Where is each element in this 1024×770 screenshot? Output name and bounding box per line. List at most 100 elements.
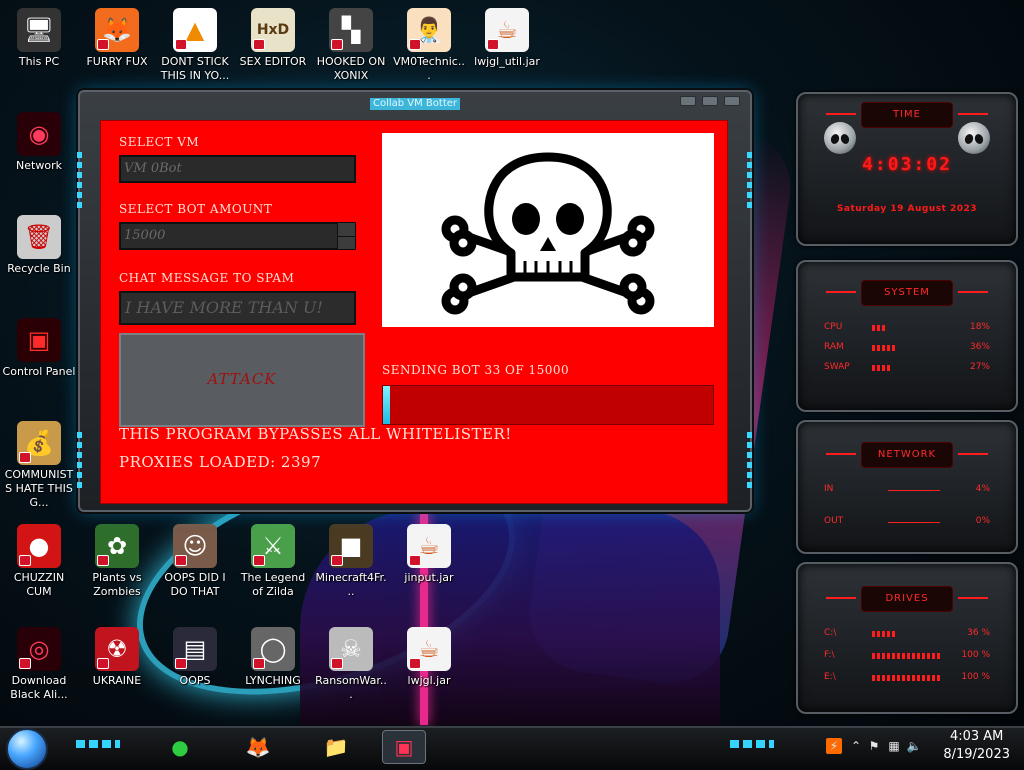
gadget-row-label: OUT bbox=[824, 516, 844, 526]
money-bag-icon: 💰 bbox=[17, 421, 61, 465]
desktop-icon[interactable]: ◯ LYNCHING bbox=[236, 627, 310, 688]
bot-amount-value: 15000 bbox=[124, 228, 166, 243]
desktop-icon[interactable]: 💰 COMMUNISTS HATE THIS G... bbox=[2, 421, 76, 510]
desktop-icon[interactable]: 👨‍⚕️ VM0Technic... bbox=[392, 8, 466, 83]
tray-app-icon[interactable]: ⚡ bbox=[826, 738, 842, 754]
gadget-row: RAM 36% bbox=[824, 342, 990, 356]
desktop-icon[interactable]: 🖥 This PC bbox=[2, 8, 76, 69]
time-gadget[interactable]: TIME 4:03:02 Saturday 19 August 2023 bbox=[796, 92, 1018, 246]
gadget-row-value: 36% bbox=[969, 342, 990, 352]
desktop-icon-label: Plants vs Zombies bbox=[92, 571, 142, 598]
shortcut-badge-icon bbox=[97, 39, 109, 50]
desktop-icon[interactable]: ▚ HOOKED ON XONIX bbox=[314, 8, 388, 83]
window-frame-left bbox=[76, 112, 84, 492]
gadget-row: CPU 18% bbox=[824, 322, 990, 336]
file-explorer-icon[interactable]: 📁 bbox=[314, 730, 358, 764]
desktop-icon[interactable]: 🦊 FURRY FUX bbox=[80, 8, 154, 69]
drives-gadget[interactable]: DRIVES C:\ 36 % F:\ 100 % E:\ 100 % bbox=[796, 562, 1018, 714]
gadget-row: SWAP 27% bbox=[824, 362, 990, 376]
shortcut-badge-icon bbox=[409, 658, 421, 669]
attack-button[interactable]: ATTACK bbox=[119, 333, 365, 427]
radiation-icon: ☢ bbox=[95, 627, 139, 671]
collab-vm-botter-window[interactable]: Collab VM Botter SELECT VM VM 0Bot SELEC… bbox=[76, 90, 752, 512]
window-titlebar[interactable]: Collab VM Botter bbox=[80, 92, 750, 114]
java-icon: ☕ bbox=[407, 627, 451, 671]
system-gadget[interactable]: SYSTEM CPU 18% RAM 36% SWAP 27% bbox=[796, 260, 1018, 412]
tray-volume-icon[interactable]: 🔈 bbox=[906, 738, 922, 754]
maximize-button[interactable] bbox=[702, 96, 718, 106]
alien-head-icon bbox=[958, 122, 990, 154]
desktop-icon-label: The Legend of Zilda bbox=[240, 571, 306, 598]
desktop-icon-label: lwjgl.jar bbox=[407, 674, 451, 687]
desktop-icon[interactable]: ◉ Network bbox=[2, 112, 76, 173]
desktop-icon[interactable]: ☕ jinput.jar bbox=[392, 524, 466, 585]
desktop-icon-label: Network bbox=[16, 159, 62, 172]
desktop-icon[interactable]: ⚔ The Legend of Zilda bbox=[236, 524, 310, 599]
firefox-icon[interactable]: 🦊 bbox=[236, 730, 280, 764]
bot-amount-stepper-arrows[interactable] bbox=[337, 223, 355, 249]
taskbar-time: 4:03 AM bbox=[949, 729, 1004, 744]
network-graph-line bbox=[888, 490, 940, 491]
chat-app-icon[interactable]: ● bbox=[158, 730, 202, 764]
minimize-button[interactable] bbox=[680, 96, 696, 106]
botter-panel: SELECT VM VM 0Bot SELECT BOT AMOUNT 1500… bbox=[100, 120, 728, 504]
chuzzle-icon: ● bbox=[17, 524, 61, 568]
network-gadget[interactable]: NETWORK IN 4% OUT 0% bbox=[796, 420, 1018, 554]
window-controls bbox=[680, 96, 740, 106]
gadget-level-bar bbox=[872, 365, 891, 371]
desktop-icon-label: COMMUNISTS HATE THIS G... bbox=[4, 468, 74, 509]
gadget-date: Saturday 19 August 2023 bbox=[836, 204, 978, 214]
desktop-icon[interactable]: ▣ Control Panel bbox=[2, 318, 76, 379]
desktop-icon[interactable]: ☢ UKRAINE bbox=[80, 627, 154, 688]
desktop-icon[interactable]: ■ Minecraft4Fr... bbox=[314, 524, 388, 599]
close-button[interactable] bbox=[724, 96, 740, 106]
shortcut-badge-icon bbox=[331, 555, 343, 566]
tray-flag-icon[interactable]: ⚑ bbox=[866, 738, 882, 754]
desktop-icon[interactable]: HxD SEX EDITOR bbox=[236, 8, 310, 69]
start-button[interactable] bbox=[6, 728, 48, 770]
chat-message-label: CHAT MESSAGE TO SPAM bbox=[119, 271, 295, 285]
desktop-icon[interactable]: 🗑 Recycle Bin bbox=[2, 215, 76, 276]
collab-vm-botter-icon[interactable]: ▣ bbox=[382, 730, 426, 764]
gadget-row-value: 36 % bbox=[967, 628, 990, 638]
gadget-row-label: SWAP bbox=[824, 362, 850, 372]
network-graph-line bbox=[888, 522, 940, 523]
shortcut-badge-icon bbox=[331, 658, 343, 669]
desktop-icon[interactable]: ▲ DONT STICK THIS IN YO... bbox=[158, 8, 232, 83]
desktop-icon[interactable]: ☕ lwjgl.jar bbox=[392, 627, 466, 688]
noose-icon: ◯ bbox=[251, 627, 295, 671]
time-gadget-title: TIME bbox=[826, 102, 988, 128]
desktop-icon-label: Recycle Bin bbox=[7, 262, 71, 275]
tray-network-icon[interactable]: ▦ bbox=[886, 738, 902, 754]
desktop-icon[interactable]: ▤ OOPS bbox=[158, 627, 232, 688]
desktop-icon[interactable]: ☠ RansomWar... bbox=[314, 627, 388, 702]
select-vm-dropdown[interactable]: VM 0Bot bbox=[119, 155, 356, 183]
bot-amount-stepper[interactable]: 15000 bbox=[119, 222, 356, 250]
bot-progress-bar bbox=[382, 385, 714, 425]
desktop-icon-label: lwjgl_util.jar bbox=[474, 55, 540, 68]
shortcut-badge-icon bbox=[19, 555, 31, 566]
desktop-icon[interactable]: ✿ Plants vs Zombies bbox=[80, 524, 154, 599]
tray-chevron-icon[interactable]: ⌃ bbox=[848, 738, 864, 754]
shortcut-badge-icon bbox=[253, 658, 265, 669]
minecraft-icon: ■ bbox=[329, 524, 373, 568]
taskbar-clock[interactable]: 4:03 AM 8/19/2023 bbox=[943, 728, 1010, 764]
recycle-bin-icon: 🗑 bbox=[17, 215, 61, 259]
chat-message-input[interactable]: I HAVE MORE THAN U! bbox=[119, 291, 356, 325]
desktop-icon-label: DONT STICK THIS IN YO... bbox=[160, 55, 230, 82]
shortcut-badge-icon bbox=[253, 555, 265, 566]
desktop-icon[interactable]: ◎ Download Black Ali... bbox=[2, 627, 76, 702]
gadget-level-bar bbox=[872, 675, 942, 681]
xonix-game-icon: ▚ bbox=[329, 8, 373, 52]
gadget-row-label: RAM bbox=[824, 342, 844, 352]
desktop-icon[interactable]: ● CHUZZIN CUM bbox=[2, 524, 76, 599]
gadget-level-bar bbox=[872, 345, 897, 351]
gadget-row-value: 0% bbox=[975, 516, 990, 526]
desktop-icon[interactable]: ☺ OOPS DID I DO THAT bbox=[158, 524, 232, 599]
desktop-icon[interactable]: ☕ lwjgl_util.jar bbox=[470, 8, 544, 69]
select-bot-amount-label: SELECT BOT AMOUNT bbox=[119, 202, 273, 216]
network-icon: ◉ bbox=[17, 112, 61, 156]
gadget-clock: 4:03:02 bbox=[862, 154, 952, 175]
alien-head-icon bbox=[824, 122, 856, 154]
gadget-level-bar bbox=[872, 653, 942, 659]
